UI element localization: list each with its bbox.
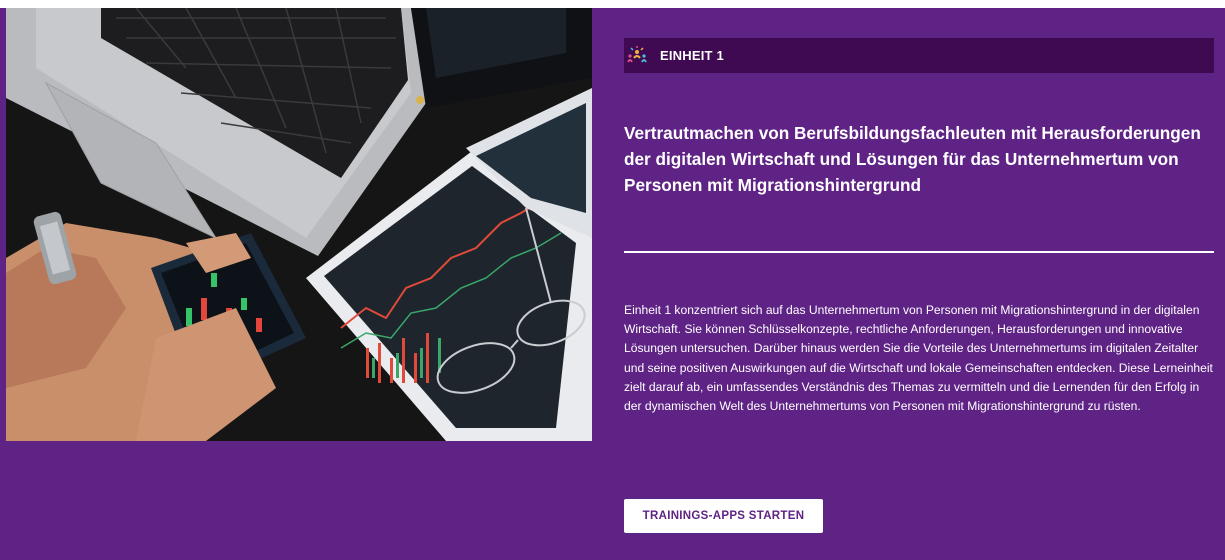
unit-header-bar: EINHEIT 1 [624,38,1214,73]
people-celebration-icon [626,45,648,67]
module-title: Vertrautmachen von Berufsbildungsfachleu… [624,123,1201,195]
unit-label: EINHEIT 1 [660,48,724,63]
divider [624,251,1214,253]
hero-photo [6,8,592,441]
module-description: Einheit 1 konzentriert sich auf das Unte… [624,303,1213,414]
start-training-apps-button[interactable]: TRAININGS-APPS STARTEN [624,499,823,533]
module-page: EINHEIT 1 Vertrautmachen von Berufsbildu… [0,0,1225,560]
